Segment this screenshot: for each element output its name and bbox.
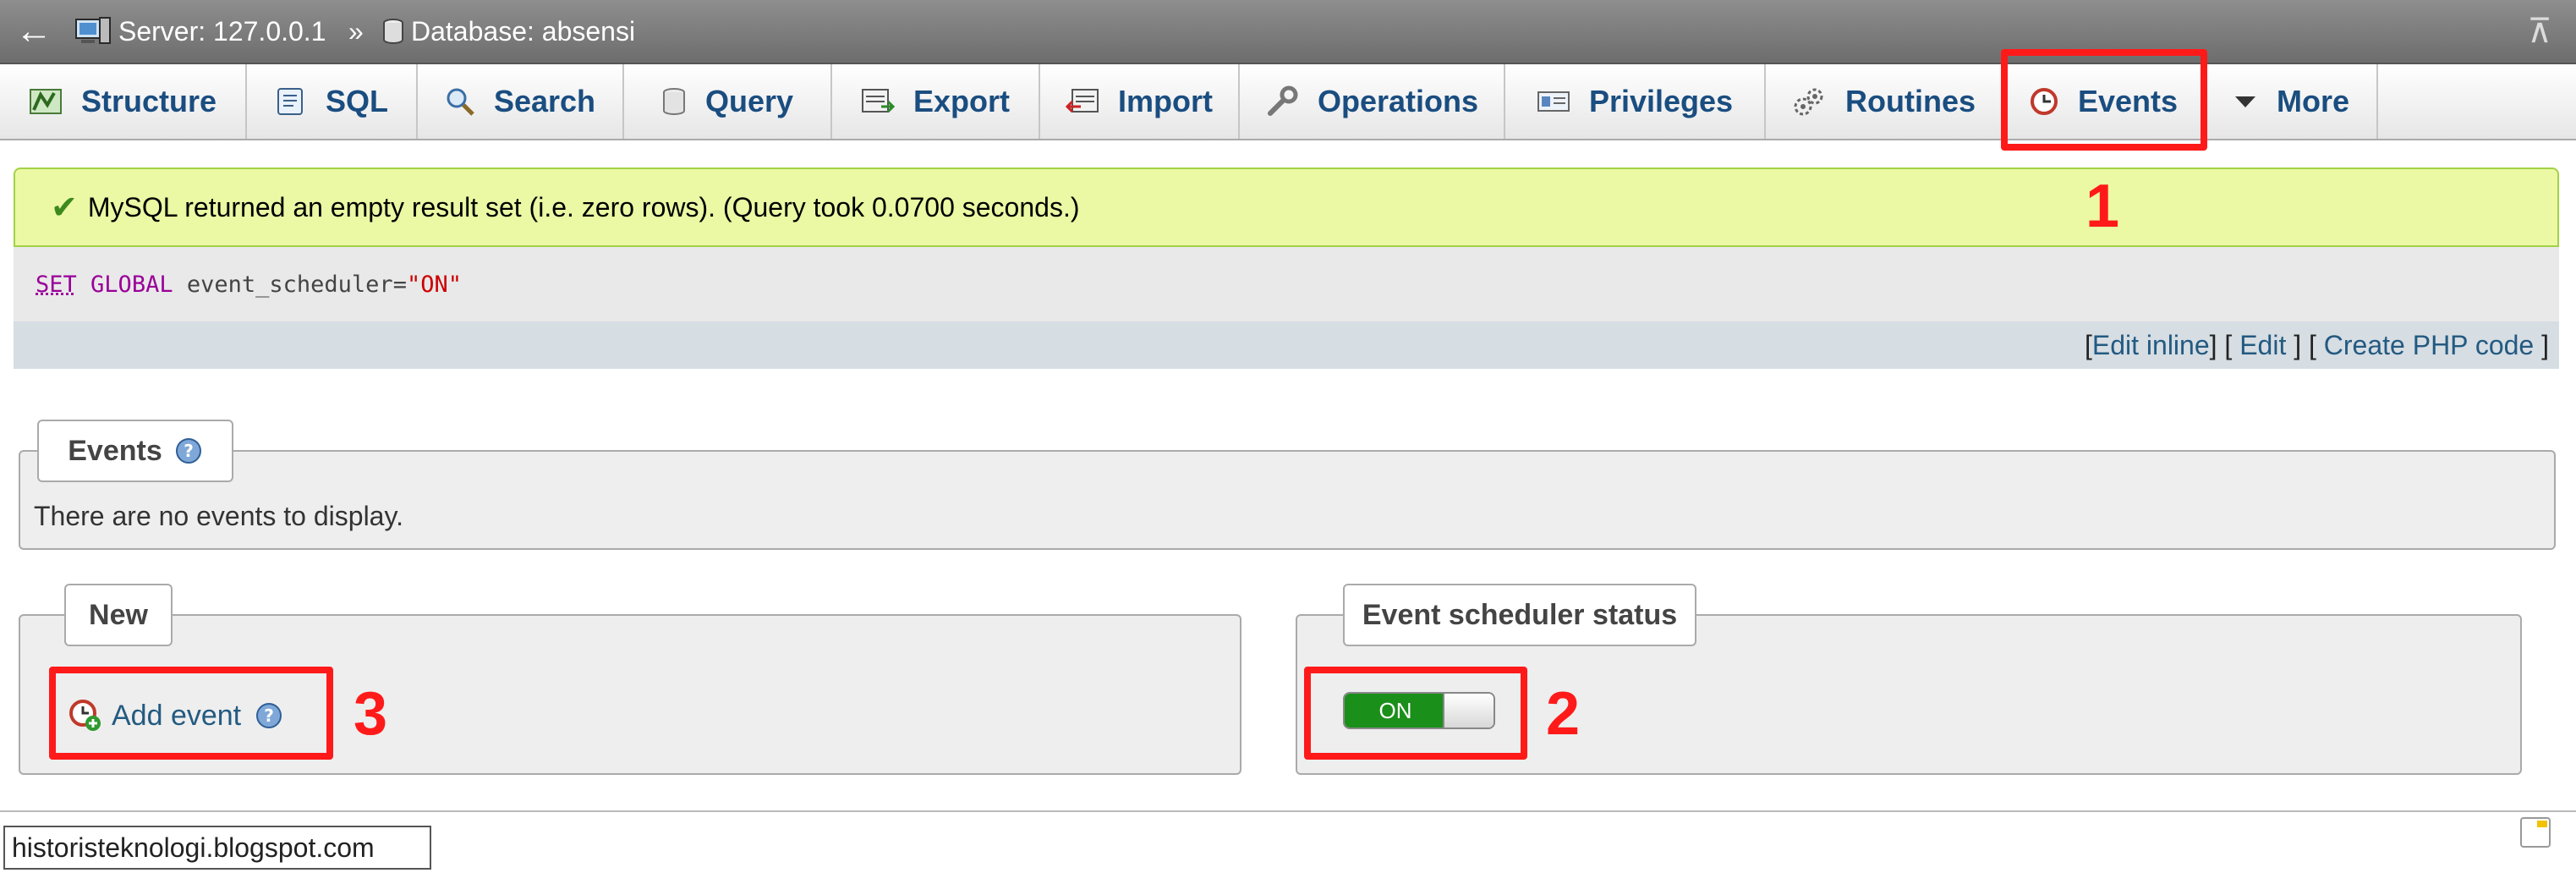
highlight-events-tab	[2001, 49, 2207, 151]
tab-label: Query	[704, 84, 794, 118]
breadcrumb-separator: »	[348, 16, 364, 47]
tab-structure[interactable]: Structure	[0, 64, 247, 139]
events-legend-label: Events	[68, 434, 162, 467]
tab-more[interactable]: More	[2206, 64, 2378, 139]
tab-label: Privileges	[1588, 84, 1734, 118]
tab-search[interactable]: Search	[418, 64, 624, 139]
success-text: MySQL returned an empty result set (i.e.…	[87, 191, 1080, 222]
sql-keyword-global: GLOBAL	[90, 271, 173, 298]
bottom-divider	[0, 810, 2576, 812]
tab-label: Routines	[1844, 84, 1976, 118]
tab-label: Operations	[1317, 84, 1479, 118]
tab-export[interactable]: Export	[832, 64, 1040, 139]
tab-sql[interactable]: SQL	[247, 64, 418, 139]
svg-text:?: ?	[184, 441, 194, 461]
search-icon	[447, 88, 474, 116]
tab-label: Structure	[80, 84, 217, 118]
annotation-number-3: 3	[354, 680, 388, 748]
highlight-add-event	[49, 667, 333, 760]
wrench-icon	[1267, 85, 1298, 116]
annotation-number-2: 2	[1546, 680, 1581, 748]
left-arrow-icon[interactable]: ←	[8, 7, 59, 56]
server-label: Server: 127.0.0.1	[118, 15, 326, 47]
routines-icon	[1794, 88, 1823, 116]
tab-routines[interactable]: Routines	[1766, 64, 2003, 139]
breadcrumb-database[interactable]: Database: absensi	[382, 10, 635, 52]
tab-query[interactable]: Query	[624, 64, 832, 139]
sql-query-box: SET GLOBAL event_scheduler= "ON"	[14, 247, 2559, 321]
privileges-icon	[1537, 91, 1570, 112]
tab-label: SQL	[325, 84, 388, 118]
console-icon[interactable]	[2520, 817, 2551, 848]
import-icon	[1066, 89, 1099, 113]
tab-operations[interactable]: Operations	[1240, 64, 1505, 139]
help-icon[interactable]: ?	[174, 436, 203, 465]
success-message: ✔ MySQL returned an empty result set (i.…	[14, 167, 2559, 247]
database-label: Database: absensi	[411, 15, 636, 47]
no-events-text: There are no events to display.	[34, 501, 403, 531]
tab-privileges[interactable]: Privileges	[1505, 64, 1766, 139]
watermark-text: historisteknologi.blogspot.com	[3, 826, 431, 870]
scheduler-legend: Event scheduler status	[1343, 584, 1696, 646]
sql-string-value: "ON"	[406, 271, 462, 298]
breadcrumb-server[interactable]: Server: 127.0.0.1	[74, 10, 326, 52]
tab-label: More	[2276, 84, 2349, 118]
events-legend: Events ?	[37, 420, 233, 482]
collapse-up-icon[interactable]: ⊼	[2518, 8, 2561, 54]
events-fieldset: There are no events to display.	[19, 450, 2556, 550]
edit-inline-link[interactable]: Edit inline	[2092, 330, 2210, 361]
sql-icon	[277, 88, 303, 115]
bracket: ] [	[2294, 329, 2316, 360]
sql-identifier: event_scheduler=	[186, 271, 407, 298]
highlight-scheduler-toggle	[1304, 667, 1527, 760]
structure-icon	[29, 89, 62, 114]
new-legend: New	[64, 584, 173, 646]
bracket: ] [	[2209, 329, 2233, 360]
tab-label: Search	[493, 84, 596, 118]
tab-label: Import	[1118, 84, 1213, 118]
sql-keyword-set[interactable]: SET	[36, 272, 77, 298]
bracket: ]	[2541, 329, 2549, 360]
create-php-code-link[interactable]: Create PHP code	[2324, 330, 2534, 361]
annotation-number-1: 1	[2085, 173, 2120, 240]
bracket: [	[2084, 329, 2092, 360]
edit-link[interactable]: Edit	[2239, 330, 2286, 361]
server-icon	[75, 17, 111, 44]
tab-label: Export	[913, 84, 1010, 118]
check-icon: ✔	[51, 189, 78, 226]
sql-links-bar: [Edit inline] [ Edit ] [ Create PHP code…	[14, 321, 2559, 369]
tab-import[interactable]: Import	[1040, 64, 1240, 139]
caret-down-icon	[2234, 96, 2255, 107]
query-icon	[662, 88, 685, 115]
export-icon	[861, 89, 895, 113]
database-icon	[383, 19, 403, 44]
